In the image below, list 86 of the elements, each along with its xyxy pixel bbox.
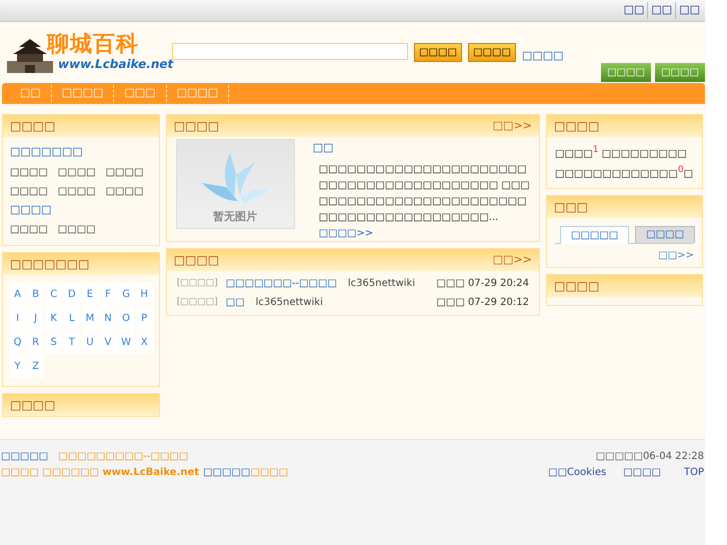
letter-link[interactable]: W [118,331,135,354]
search-field[interactable] [172,43,408,60]
panel-title: □□□□ [10,118,56,135]
letter-link[interactable]: T [63,331,80,354]
more-link[interactable]: □□>> [492,252,532,268]
entry-user: lc365nettwiki [256,296,323,310]
panel-title: □□□□□□□ [10,256,90,273]
letter-link[interactable]: K [45,307,62,330]
entry-user: lc365nettwiki [348,277,416,291]
category-link[interactable]: □□□□ [10,222,48,237]
footer-link[interactable]: □□□□□ [1,449,48,465]
entry-category: [□□□□] [176,296,218,309]
letter-link[interactable]: F [99,283,117,306]
ranking-tab[interactable]: □□□□ [635,226,696,243]
entry-category: [□□□□] [176,276,218,290]
account-button[interactable]: □□□□ [655,63,705,82]
letter-link[interactable]: J [27,307,44,330]
more-link[interactable]: □□>> [658,248,694,263]
category-link[interactable]: □□□□ [106,164,144,180]
footer-slogan: □□□□□□□□□--□□□□ [58,450,188,464]
account-button[interactable]: □□□□ [601,63,651,82]
nav-link[interactable]: □□□□ [166,85,230,102]
entry-title[interactable]: □□ [312,140,530,156]
panel-title: □□□ [554,198,588,216]
footer-site: □□□□ □□□□□□ www.LcBaike.net [1,466,200,480]
footer-link[interactable]: □□□□ [623,465,674,481]
category-link[interactable]: □□□□ [58,164,96,180]
letter-link[interactable]: Z [27,355,44,378]
letter-link[interactable]: E [81,283,98,306]
letter-link[interactable]: I [9,307,26,330]
advanced-link[interactable]: □□□□ [522,48,564,64]
category-link[interactable]: □□□□ [58,184,96,198]
letter-link[interactable]: Q [9,331,26,354]
entry-summary: □□□□□□□□□□□□□□□□□□□□□□ □□□□□□□□□□□□□□□□□□□ □□□□□□□□□□□□□□□□□□□□□□□□□□□□□□□□□□□□□□□□□□□... □□□□>> [318,162,530,240]
letter-link[interactable]: S [45,331,62,354]
letter-link[interactable]: P [136,307,153,330]
top-link[interactable]: □□ [675,2,703,19]
entry-time: □□□ 07-29 20:24 [436,277,529,291]
letter-link[interactable]: A [9,283,26,306]
letter-link[interactable]: U [81,331,98,354]
category-link[interactable]: □□□□ [10,164,48,180]
letter-link[interactable]: Y [9,355,26,378]
letter-link[interactable]: H [136,283,153,306]
panel-title: □□□□ [10,397,56,414]
category-link[interactable]: □□□□ [58,222,96,237]
more-link[interactable]: □□>> [492,118,532,134]
letter-link[interactable]: M [81,307,98,330]
nav-link[interactable]: □□ [10,85,52,102]
letter-link[interactable]: C [45,283,62,306]
search-button[interactable]: □□□□ [468,43,516,62]
footer-link[interactable]: □□Cookies [548,465,620,481]
category-heading[interactable]: □□□□ [10,202,152,218]
nav-link[interactable]: □□□□ [52,85,114,102]
read-more-link[interactable]: □□□□>> [318,228,374,238]
stats-text: □□□□$^{1}$ □□□□□□□□□□□□□□□□□□□□□□$^{0}$□ [554,144,694,182]
footer-time: □□□□□06-04 22:28 [596,450,704,464]
entry-link[interactable]: □□ [226,295,245,310]
search-button[interactable]: □□□□ [414,43,462,62]
entry-link[interactable]: □□□□□□□--□□□□ [226,276,337,291]
letter-link[interactable]: O [118,307,135,330]
letter-link[interactable]: N [99,307,117,330]
logo-title: 聊城百科 [47,31,139,58]
panel-title: □□□□ [554,278,600,295]
nav-link[interactable]: □□□ [114,85,167,102]
letter-link[interactable]: B [27,283,44,306]
category-heading[interactable]: □□□□□□□ [10,144,152,160]
top-link[interactable]: □□ [620,2,648,19]
letter-link[interactable]: V [99,331,117,354]
category-link[interactable]: □□□□ [10,184,48,198]
entry-time: □□□ 07-29 20:12 [436,296,529,310]
letter-link[interactable]: R [27,331,44,354]
top-link[interactable]: □□ [647,2,676,19]
footer-note: □□□□□□□□□ [203,466,288,480]
no-image-caption: 暂无图片 [213,208,258,224]
panel-title: □□□□ [174,252,220,269]
logo-url: www.Lcbaike.net [58,56,174,73]
letter-link[interactable]: X [136,331,153,354]
letter-link[interactable]: D [63,283,80,306]
letter-link[interactable]: L [63,307,80,330]
panel-title: □□□□ [554,118,600,135]
footer-link[interactable]: TOP [678,465,704,481]
panel-title: □□□□ [174,118,220,135]
footer-link[interactable]: □□□□□ [203,467,250,478]
letter-link[interactable]: G [118,283,135,306]
category-link[interactable]: □□□□ [106,184,144,198]
ranking-tab[interactable]: □□□□□ [560,226,630,244]
